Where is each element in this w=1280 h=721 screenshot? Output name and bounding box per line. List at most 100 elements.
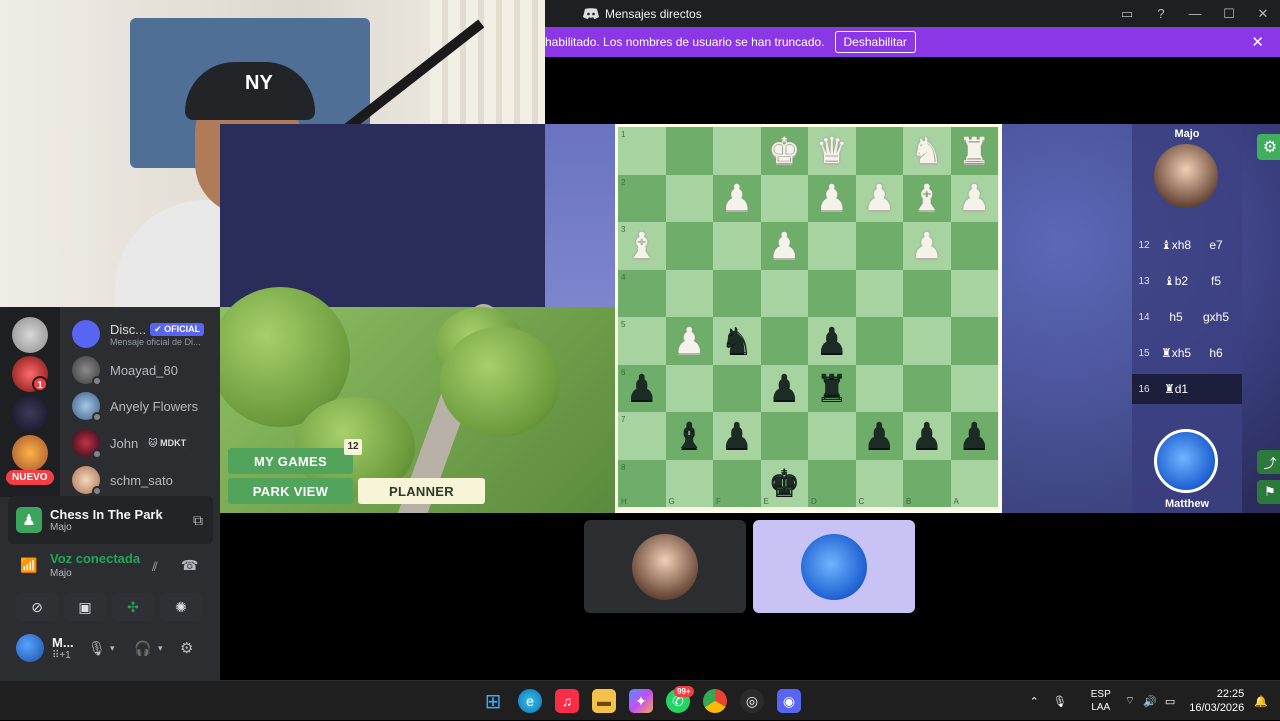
close-button[interactable]: ✕ [1246, 0, 1280, 27]
copilot-icon[interactable]: ✦ [629, 689, 653, 713]
black-piece[interactable]: ♟ [713, 412, 761, 460]
chevron-down-icon[interactable]: ▾ [158, 643, 163, 654]
soundboard-button[interactable]: ✺ [160, 593, 202, 621]
server-avatar-3[interactable] [12, 395, 48, 431]
white-piece[interactable]: ♜ [951, 127, 999, 175]
microphone-icon[interactable]: 🎙 [88, 640, 106, 657]
settings-gear-icon[interactable]: ⚙ [1257, 134, 1280, 160]
obs-icon[interactable]: ◎ [740, 689, 764, 713]
inbox-icon[interactable]: ▭ [1110, 0, 1144, 27]
board-square[interactable] [713, 127, 761, 175]
board-square[interactable] [903, 317, 951, 365]
board-square[interactable] [855, 317, 903, 365]
move-row[interactable]: 15 ♜xh5 h6 [1132, 338, 1242, 368]
board-square[interactable] [855, 127, 903, 175]
black-piece[interactable]: ♝ [666, 412, 714, 460]
black-piece[interactable]: ♞ [713, 317, 761, 365]
dm-item-anyely[interactable]: Anyely Flowers [72, 388, 217, 424]
board-square[interactable] [855, 269, 903, 317]
white-piece[interactable]: ♟ [903, 222, 951, 270]
board-square[interactable] [950, 222, 998, 270]
board-square[interactable] [950, 317, 998, 365]
black-piece[interactable]: ♟ [856, 412, 904, 460]
server-avatar-1[interactable] [12, 317, 48, 353]
board-square[interactable] [665, 174, 713, 222]
board-square[interactable] [808, 269, 856, 317]
board-square[interactable] [855, 222, 903, 270]
white-piece[interactable]: ♟ [761, 222, 809, 270]
black-piece[interactable]: ♟ [761, 365, 809, 413]
move-row[interactable]: 14 h5 gxh5 [1132, 302, 1242, 332]
screen-share-button[interactable]: ▣ [64, 593, 106, 621]
board-square[interactable] [760, 317, 808, 365]
dm-item-schm-sato[interactable]: schm_sato [72, 462, 217, 498]
dm-item-john[interactable]: John 🐱 MDKT [72, 425, 217, 461]
notification-icon[interactable]: 🔔 [1254, 695, 1268, 708]
popout-icon[interactable]: ⧉ [193, 512, 203, 529]
black-piece[interactable]: ♟ [903, 412, 951, 460]
board-square[interactable] [950, 364, 998, 412]
board-square[interactable] [665, 269, 713, 317]
board-square[interactable] [713, 364, 761, 412]
board-square[interactable] [903, 364, 951, 412]
board-square[interactable] [808, 222, 856, 270]
music-icon[interactable]: ♫ [555, 689, 579, 713]
white-piece[interactable]: ♞ [903, 127, 951, 175]
board-square[interactable] [903, 269, 951, 317]
board-square[interactable] [808, 412, 856, 460]
minimize-button[interactable]: — [1178, 0, 1212, 27]
white-piece[interactable]: ♝ [903, 175, 951, 223]
board-square[interactable] [760, 174, 808, 222]
board-square[interactable] [665, 222, 713, 270]
noise-suppression-icon[interactable]: ⫽ [152, 559, 158, 575]
dm-item-discord[interactable]: Disc... ✔ OFICIAL Mensaje oficial de Di.… [72, 316, 217, 352]
folder-icon[interactable]: ▬ [592, 689, 616, 713]
edge-icon[interactable]: e [518, 689, 542, 713]
flag-icon[interactable]: ⚑ [1257, 480, 1280, 504]
white-piece[interactable]: ♚ [761, 127, 809, 175]
start-button[interactable]: ⊞ [481, 689, 505, 713]
game-viewport[interactable]: 1 2 3 4 5 6 7 8 H G F E D C B A ♚ ♛ ♞ ♜ ♟ ♟ ♟ ♝ ♟ ♝ ♟ ♟ ♟ ♞ ♟ ♟ ♟ ♜ ♝ ♟ ♟ ♟ ♟ ♚… [220, 124, 1280, 513]
activities-button[interactable]: ✣ [112, 593, 154, 621]
planner-button[interactable]: PLANNER [358, 478, 485, 504]
volume-icon[interactable]: 🔊 [1143, 695, 1157, 708]
wifi-icon[interactable]: ⌔ [1125, 694, 1135, 708]
white-piece[interactable]: ♟ [808, 175, 856, 223]
server-avatar-4[interactable] [12, 435, 48, 471]
disconnect-icon[interactable]: ☎ [181, 557, 198, 574]
chevron-down-icon[interactable]: ▾ [110, 643, 115, 654]
disable-button[interactable]: Deshabilitar [834, 31, 916, 53]
black-piece[interactable]: ♟ [951, 412, 999, 460]
activity-panel[interactable]: ♟ Chess In The Park Majo ⧉ [8, 496, 213, 544]
help-icon[interactable]: ? [1144, 0, 1178, 27]
participant-tile-majo[interactable] [584, 520, 746, 613]
white-piece[interactable]: ♟ [951, 175, 999, 223]
chevron-up-icon[interactable]: ⌃ [1030, 695, 1039, 708]
settings-gear-icon[interactable]: ⚙ [180, 639, 193, 657]
maximize-button[interactable]: ☐ [1212, 0, 1246, 27]
participant-tile-matthew[interactable] [753, 520, 915, 613]
move-row[interactable]: 13 ♝b2 f5 [1132, 266, 1242, 296]
black-piece[interactable]: ♟ [618, 365, 666, 413]
share-icon[interactable]: ⤴ [1257, 450, 1280, 474]
headphones-icon[interactable]: 🎧 [134, 640, 151, 657]
white-piece[interactable]: ♛ [808, 127, 856, 175]
board-square[interactable] [713, 269, 761, 317]
move-row[interactable]: 12 ♝xh8 e7 [1132, 230, 1242, 260]
notice-close-icon[interactable]: ✕ [1251, 33, 1264, 51]
board-square[interactable] [950, 269, 998, 317]
park-view-button[interactable]: PARK VIEW [228, 478, 353, 504]
board-square[interactable] [665, 127, 713, 175]
white-piece[interactable]: ♝ [618, 222, 666, 270]
discord-taskbar-icon[interactable]: ◉ [777, 689, 801, 713]
black-piece[interactable]: ♜ [808, 365, 856, 413]
white-piece[interactable]: ♟ [856, 175, 904, 223]
microphone-icon[interactable]: 🎙 [1053, 695, 1067, 708]
battery-icon[interactable]: ▭ [1165, 695, 1175, 708]
chess-board[interactable]: 1 2 3 4 5 6 7 8 H G F E D C B A ♚ ♛ ♞ ♜ ♟ ♟ ♟ ♝ ♟ ♝ ♟ ♟ ♟ ♞ ♟ ♟ ♟ ♜ ♝ ♟ ♟ ♟ ♟ ♚ [615, 124, 1002, 513]
user-avatar[interactable] [16, 634, 44, 662]
board-square[interactable] [713, 222, 761, 270]
black-piece[interactable]: ♟ [808, 317, 856, 365]
black-piece[interactable]: ♚ [761, 460, 809, 508]
clock[interactable]: 22:25 16/03/2026 [1189, 687, 1244, 715]
